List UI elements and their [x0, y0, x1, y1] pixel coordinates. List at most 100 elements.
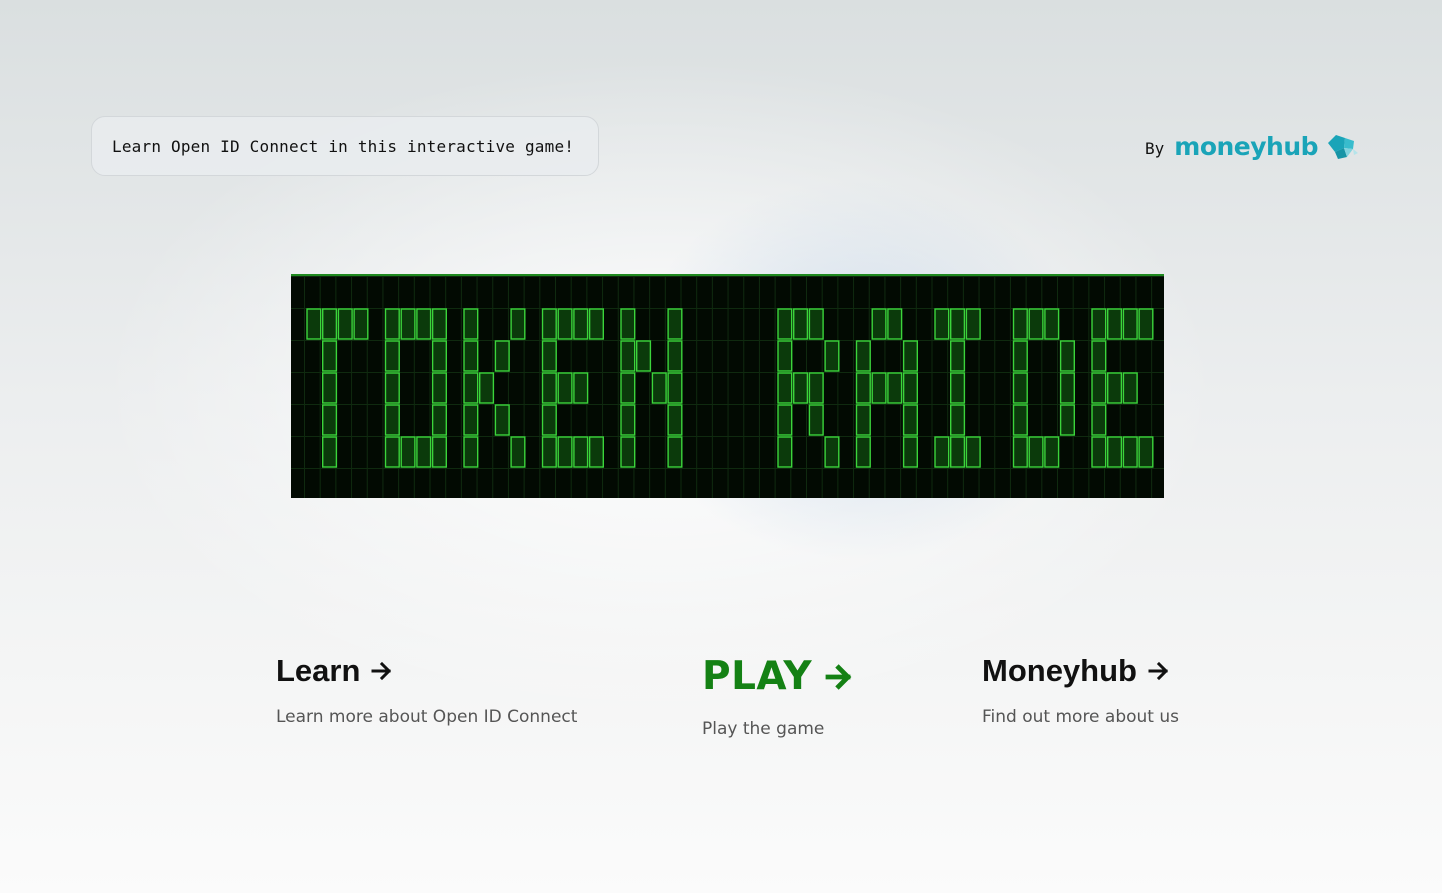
learn-title: Learn	[276, 653, 577, 689]
led-cell	[1044, 436, 1060, 468]
led-cell	[573, 372, 589, 404]
play-link[interactable]: PLAY Play the game	[702, 654, 856, 739]
led-cell	[1091, 436, 1107, 468]
brand-prefix: By	[1145, 138, 1165, 158]
play-title: PLAY	[702, 654, 856, 699]
led-cell	[322, 404, 338, 436]
led-cell	[1122, 308, 1138, 340]
led-cell	[1012, 404, 1028, 436]
led-cell	[400, 436, 416, 468]
brand-link[interactable]: By moneyhub	[1145, 126, 1360, 166]
led-cell	[667, 340, 683, 372]
arrow-right-icon	[370, 659, 394, 683]
led-cell	[808, 404, 824, 436]
led-cell	[620, 404, 636, 436]
led-cell	[384, 340, 400, 372]
led-cell	[934, 308, 950, 340]
led-cell	[384, 372, 400, 404]
led-cell	[902, 404, 918, 436]
led-cell	[902, 436, 918, 468]
led-cell	[1107, 308, 1123, 340]
arrow-right-icon	[824, 661, 856, 693]
led-cell	[384, 436, 400, 468]
led-cell	[871, 372, 887, 404]
led-cell	[1122, 436, 1138, 468]
led-cell	[855, 436, 871, 468]
learn-link[interactable]: Learn Learn more about Open ID Connect	[276, 653, 577, 727]
led-cell	[541, 404, 557, 436]
led-cell	[541, 436, 557, 468]
led-cell	[620, 308, 636, 340]
led-cell	[1138, 436, 1154, 468]
led-cell	[950, 436, 966, 468]
led-cell	[1091, 372, 1107, 404]
led-cell	[620, 436, 636, 468]
led-cell	[541, 340, 557, 372]
led-cell	[824, 340, 840, 372]
token-raider-banner	[291, 274, 1164, 498]
led-cell	[777, 436, 793, 468]
led-cell	[1059, 404, 1075, 436]
led-cell	[588, 436, 605, 468]
led-cell	[667, 308, 683, 340]
led-cell	[1012, 372, 1028, 404]
led-cell	[887, 308, 903, 340]
led-cell	[1107, 436, 1123, 468]
led-cell	[950, 404, 966, 436]
moneyhub-logo-icon	[1328, 135, 1359, 159]
moneyhub-link[interactable]: Moneyhub Find out more about us	[982, 653, 1179, 727]
led-cell	[950, 308, 966, 340]
led-cell	[902, 372, 918, 404]
led-cell	[416, 436, 432, 468]
led-cell	[1138, 308, 1154, 340]
led-cell	[636, 340, 652, 372]
led-cell	[431, 404, 448, 436]
led-cell	[777, 340, 793, 372]
led-cell	[1091, 308, 1107, 340]
led-cell	[965, 436, 981, 468]
led-cell	[463, 340, 479, 372]
brand-name: moneyhub	[1174, 131, 1319, 161]
led-cell	[777, 404, 793, 436]
led-cell	[667, 404, 683, 436]
led-cell	[557, 436, 573, 468]
led-cell	[808, 372, 824, 404]
led-cell	[667, 436, 683, 468]
led-cell	[1107, 372, 1123, 404]
led-cell	[1059, 340, 1075, 372]
token-raider-title	[306, 308, 1154, 468]
led-cell	[793, 372, 809, 404]
led-cell	[620, 372, 636, 404]
led-cell	[573, 436, 589, 468]
led-cell	[510, 308, 526, 340]
led-cell	[1122, 372, 1138, 404]
led-cell	[322, 340, 338, 372]
led-cell	[808, 308, 824, 340]
led-cell	[494, 404, 510, 436]
led-cell	[902, 340, 918, 372]
led-cell	[588, 308, 605, 340]
led-cell	[557, 308, 573, 340]
led-cell	[1091, 404, 1107, 436]
led-cell	[416, 308, 432, 340]
led-cell	[431, 308, 448, 340]
led-cell	[950, 372, 966, 404]
led-cell	[510, 436, 526, 468]
led-cell	[1091, 340, 1107, 372]
led-cell	[1059, 372, 1075, 404]
led-cell	[793, 308, 809, 340]
led-cell	[463, 308, 479, 340]
led-cell	[824, 436, 840, 468]
led-cell	[400, 308, 416, 340]
led-cell	[541, 308, 557, 340]
led-cell	[1012, 308, 1028, 340]
led-cell	[322, 436, 338, 468]
moneyhub-label: Moneyhub	[982, 653, 1137, 688]
led-cell	[1012, 436, 1028, 468]
led-cell	[494, 340, 510, 372]
led-cell	[322, 308, 338, 340]
led-cell	[384, 308, 400, 340]
tagline-text: Learn Open ID Connect in this interactiv…	[112, 136, 575, 156]
led-cell	[871, 308, 887, 340]
led-cell	[337, 308, 353, 340]
